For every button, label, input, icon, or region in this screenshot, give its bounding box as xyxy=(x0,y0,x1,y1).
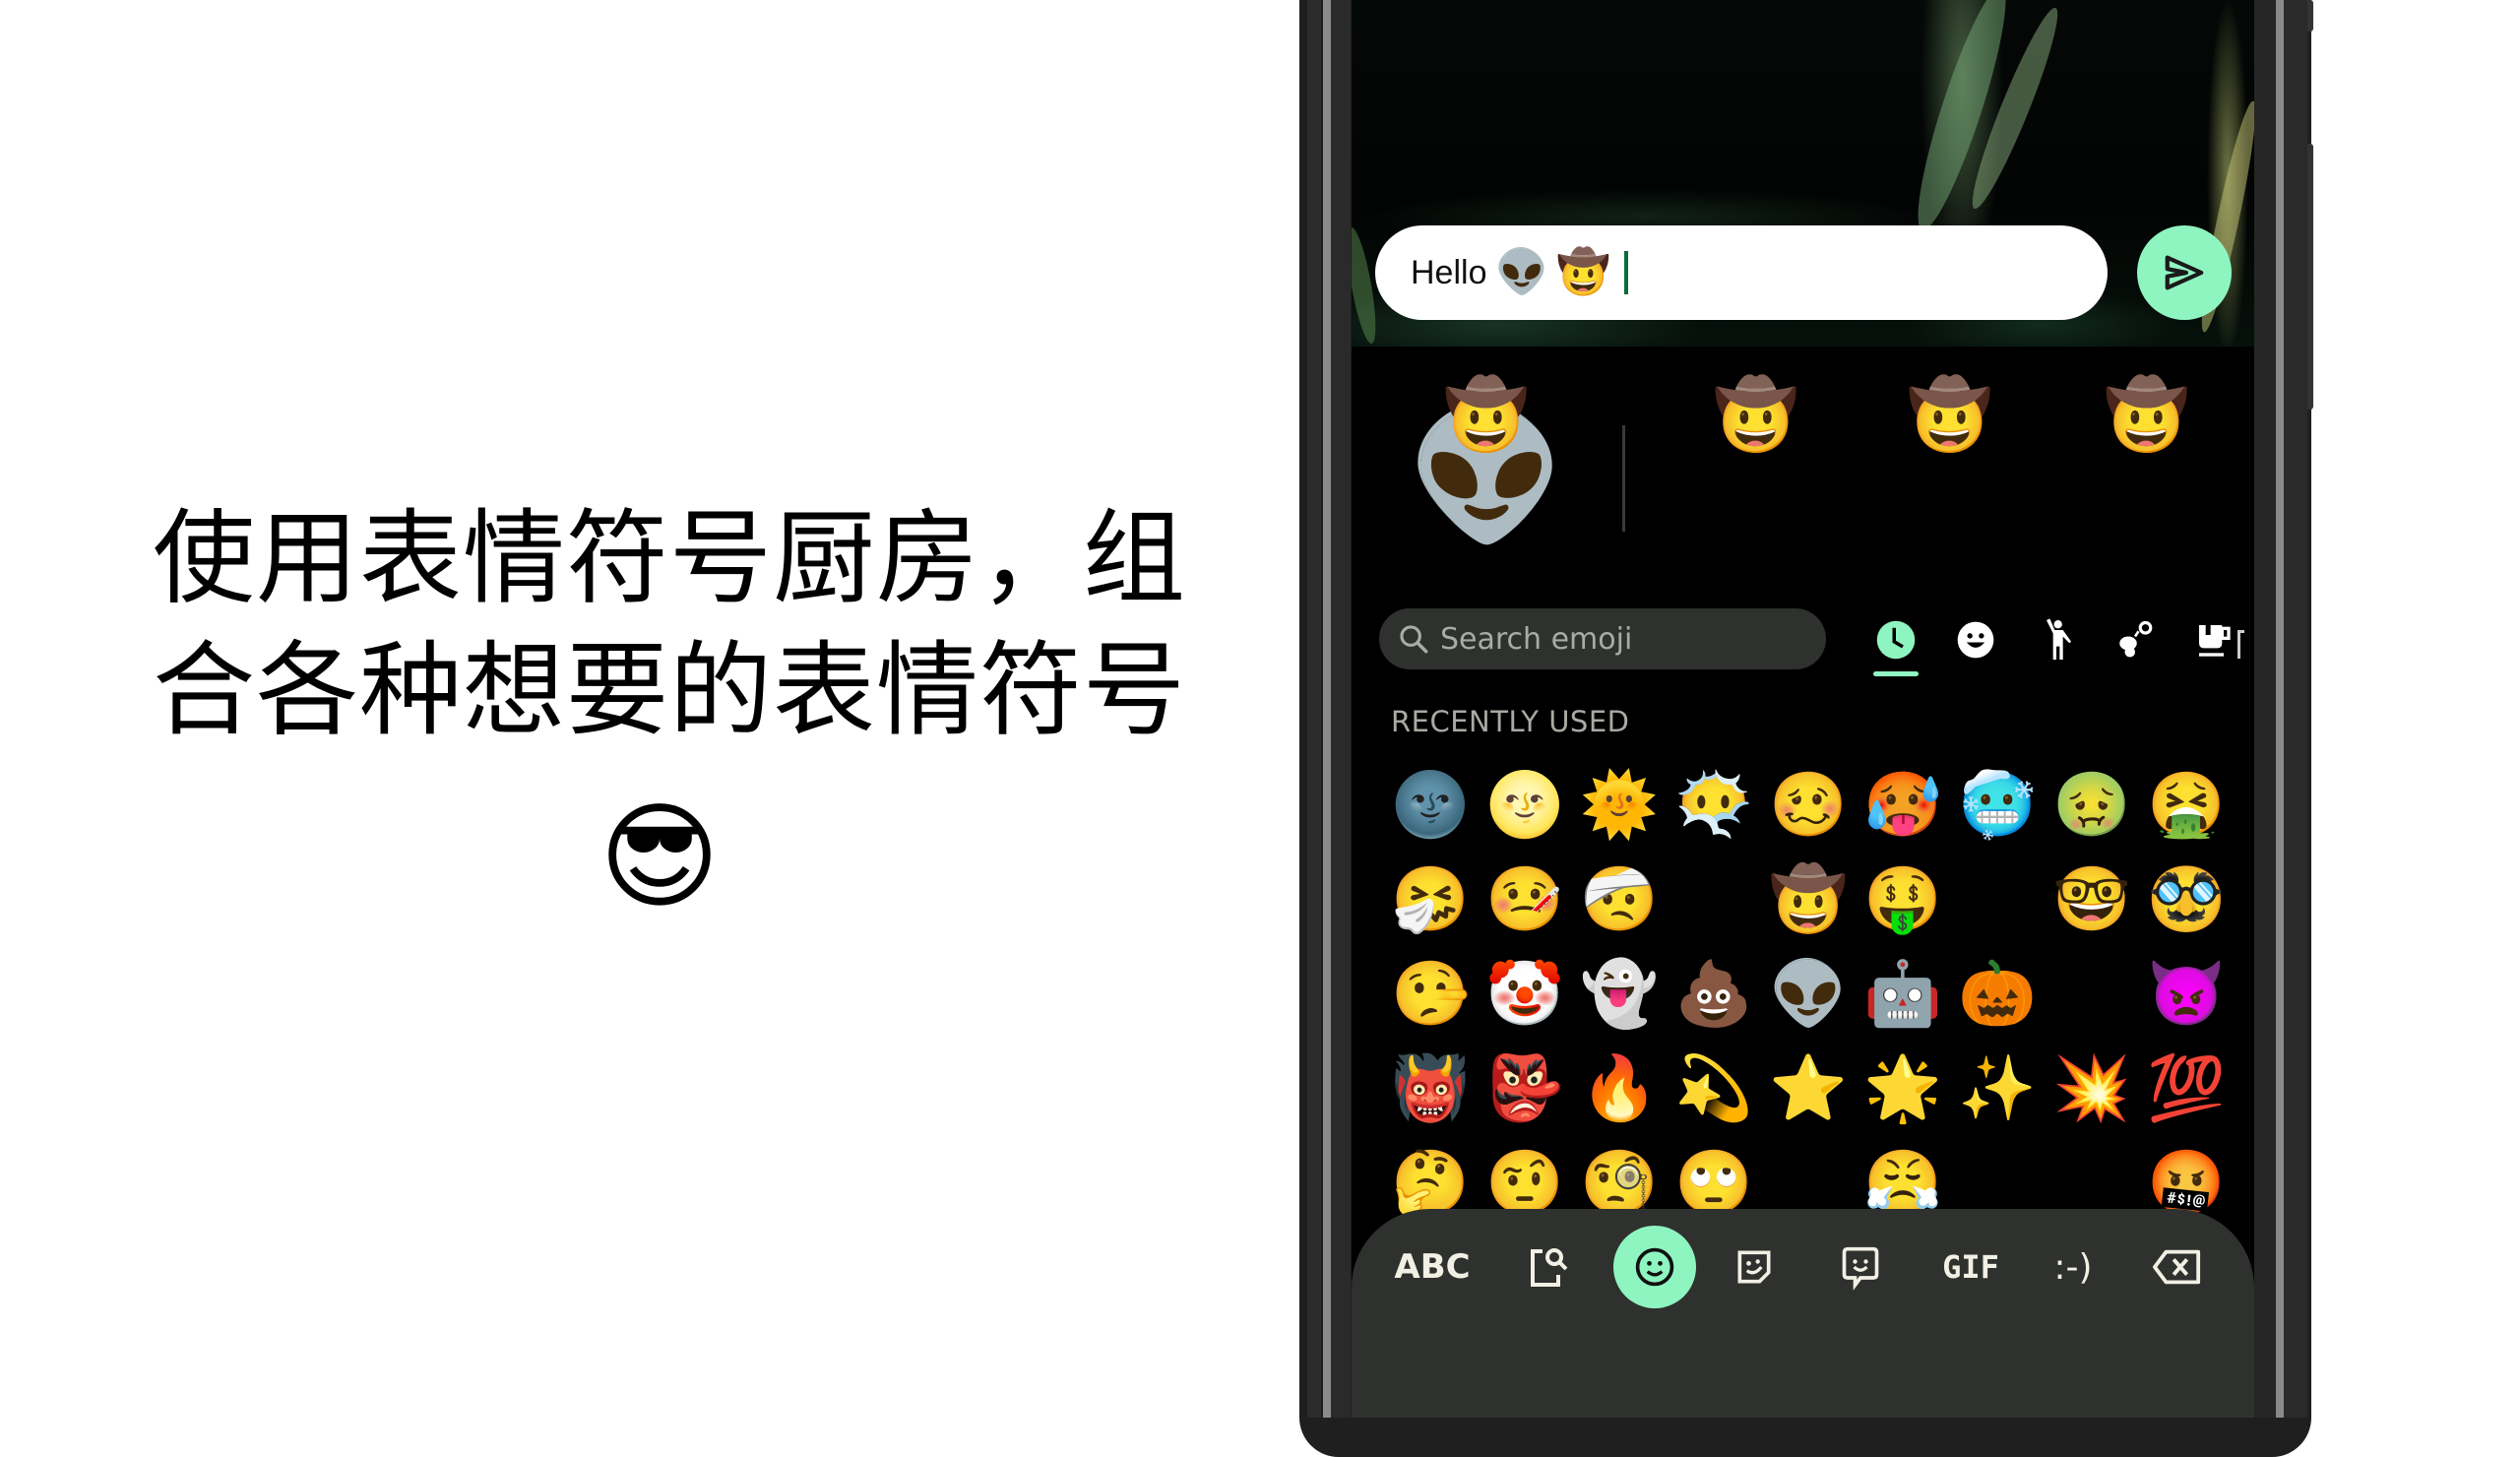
kitchen-source-emoji[interactable]: 👽 🤠 xyxy=(1398,380,1575,563)
chat-smiley-icon xyxy=(1842,1246,1879,1291)
emoji-key[interactable]: 🤓 xyxy=(2045,853,2139,947)
emoji-key[interactable]: ✨ xyxy=(1950,1042,2045,1136)
phone-volume-button xyxy=(2307,144,2313,410)
emoji-key[interactable]: 👿 xyxy=(2139,947,2234,1042)
emoji-key[interactable]: 🥴 xyxy=(1761,758,1856,853)
emoji-key[interactable]: 🌚 xyxy=(1383,758,1478,853)
emoji-key[interactable]: 🌟 xyxy=(1856,1042,1950,1136)
cowboy-emoji-icon: 🤠 xyxy=(1556,247,1611,297)
tab-animals-nature[interactable] xyxy=(2106,612,2165,667)
sticker-search-icon xyxy=(1531,1248,1568,1287)
emoji-key[interactable]: 🤧 xyxy=(1383,853,1478,947)
message-text: Hello xyxy=(1411,253,1487,291)
emoji-key[interactable]: 💫 xyxy=(1667,1042,1761,1136)
emoji-key[interactable]: 🥶 xyxy=(1950,758,2045,853)
emoji-key[interactable]: 😶‍🌫️ xyxy=(1667,758,1761,853)
active-tab-indicator xyxy=(1873,671,1919,676)
emoji-key[interactable]: ⭐ xyxy=(1761,1042,1856,1136)
phone-bezel-right xyxy=(2284,0,2307,1418)
bitmoji-button[interactable] xyxy=(1831,1235,1890,1299)
keyboard-toolbar xyxy=(1352,1209,2254,1418)
emoji-key[interactable]: 🤢 xyxy=(2045,758,2139,853)
kitchen-divider xyxy=(1622,425,1625,532)
emoji-key[interactable]: 💯 xyxy=(2139,1042,2234,1136)
sticker-icon xyxy=(1737,1250,1771,1284)
promo-heading: 使用表情符号厨房，组 合各种想要的表情符号 xyxy=(118,492,1221,756)
section-label-recently-used: RECENTLY USED xyxy=(1391,705,1630,738)
emoji-key[interactable]: 🥸 xyxy=(2139,853,2234,947)
emoji-key[interactable]: 👺 xyxy=(1478,1042,1572,1136)
cowboy-hat-icon: 🤠 xyxy=(2104,374,2190,455)
person-waving-icon xyxy=(2047,618,2071,660)
emoji-key[interactable]: 😈 xyxy=(2045,947,2139,1042)
coffee-cup-icon xyxy=(2199,625,2231,657)
emoji-search-button[interactable] xyxy=(1519,1235,1578,1299)
emoji-key[interactable]: 👹 xyxy=(1383,1042,1478,1136)
emoji-key[interactable]: 🤖 xyxy=(1856,947,1950,1042)
tab-people[interactable] xyxy=(2027,612,2086,667)
emoji-key[interactable]: 💩 xyxy=(1667,947,1761,1042)
emoji-key[interactable]: 🔥 xyxy=(1572,1042,1667,1136)
sunglasses-emoji-icon: 😎 xyxy=(598,789,721,924)
phone-side-button xyxy=(2307,0,2313,32)
phone-bezel-left xyxy=(1307,0,1321,1418)
emoji-key[interactable]: 🎃 xyxy=(1950,947,2045,1042)
sticker-button[interactable] xyxy=(1725,1235,1784,1299)
emoji-key[interactable]: 🥵 xyxy=(1856,758,1950,853)
emoji-key[interactable]: 🤮 xyxy=(2139,758,2234,853)
cowboy-hat-icon: 🤠 xyxy=(1713,374,1799,455)
backspace-button[interactable] xyxy=(2148,1235,2207,1299)
emoji-key[interactable]: 🤡 xyxy=(1478,947,1572,1042)
emoticon-button[interactable]: :-) xyxy=(2039,1235,2108,1299)
message-input[interactable]: Hello 👽 🤠 xyxy=(1375,225,2108,320)
abc-button[interactable]: ABC xyxy=(1393,1235,1472,1299)
smiley-outline-icon xyxy=(1635,1247,1674,1287)
smiley-icon xyxy=(1957,621,1994,659)
emoji-key[interactable]: 😷 xyxy=(1667,853,1761,947)
emoji-key[interactable]: 🤑 xyxy=(1856,853,1950,947)
tab-more-partial[interactable] xyxy=(2237,630,2244,659)
tab-recent[interactable] xyxy=(1866,612,1925,667)
kitchen-suggestion-joy[interactable]: 😂 🤠 xyxy=(1668,380,1845,563)
bee-flower-icon xyxy=(2119,620,2153,658)
emoji-key[interactable]: 🤒 xyxy=(1478,853,1572,947)
search-placeholder: Search emoji xyxy=(1440,621,1633,657)
send-button[interactable] xyxy=(2137,225,2232,320)
clock-icon xyxy=(1876,620,1916,660)
kitchen-suggestion-heart-eyes[interactable]: 😍 🤠 xyxy=(2058,380,2236,563)
emoji-key[interactable]: 💥 xyxy=(2045,1042,2139,1136)
phone-screen: Hello 👽 🤠 👽 🤠 😂 🤠 😘 🤠 😍 🤠 Search emoji R… xyxy=(1352,0,2254,1418)
emoji-key[interactable]: 😎 xyxy=(1950,853,2045,947)
promo-line-1: 使用表情符号厨房，组 xyxy=(152,498,1186,618)
phone-bezel-highlight-left xyxy=(1323,0,1331,1418)
tab-smileys[interactable] xyxy=(1946,612,2005,667)
cowboy-hat-icon: 🤠 xyxy=(1443,374,1530,455)
backspace-icon xyxy=(2153,1249,2201,1285)
emoji-key[interactable]: 🤠 xyxy=(1761,853,1856,947)
kitchen-suggestion-kiss[interactable]: 😘 🤠 xyxy=(1861,380,2039,563)
emoji-key[interactable]: 🌞 xyxy=(1572,758,1667,853)
cowboy-hat-icon: 🤠 xyxy=(1907,374,1993,455)
phone-bezel-inner-left xyxy=(1331,0,1351,1418)
emoji-key[interactable]: 🌝 xyxy=(1478,758,1572,853)
phone-bezel-highlight-right xyxy=(2276,0,2284,1418)
emoji-key[interactable]: 👽 xyxy=(1761,947,1856,1042)
gif-button[interactable]: GIF xyxy=(1931,1235,2010,1299)
emoji-key[interactable]: 🤥 xyxy=(1383,947,1478,1042)
tab-food-drink[interactable] xyxy=(2184,612,2243,667)
text-cursor xyxy=(1624,251,1629,294)
phone-bezel-inner-right xyxy=(2254,0,2276,1418)
emoji-search-input[interactable]: Search emoji xyxy=(1379,608,1826,669)
promo-line-2: 合各种想要的表情符号 xyxy=(152,630,1186,750)
emoji-tab-button[interactable] xyxy=(1613,1226,1696,1308)
emoji-key[interactable]: 👻 xyxy=(1572,947,1667,1042)
search-icon xyxy=(1400,625,1428,654)
send-icon xyxy=(2165,255,2204,290)
emoji-key[interactable]: 🤕 xyxy=(1572,853,1667,947)
alien-emoji-icon: 👽 xyxy=(1494,247,1549,297)
